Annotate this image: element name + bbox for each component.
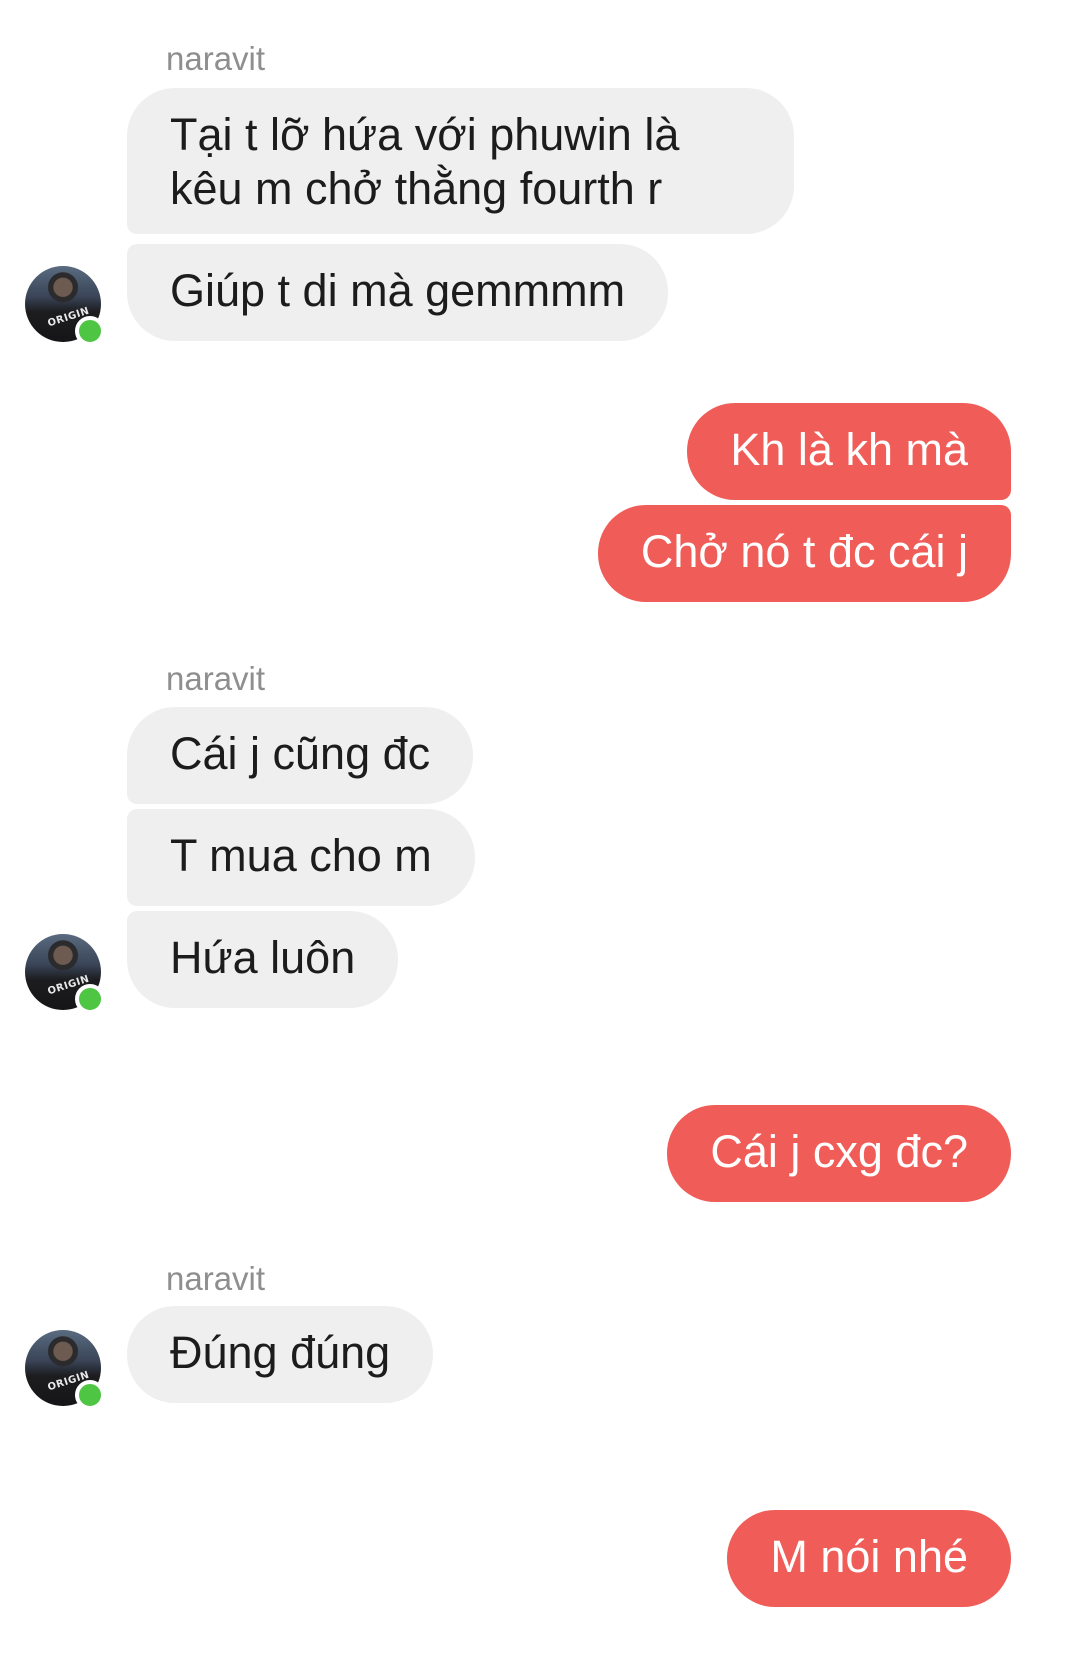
sender-name: naravit: [166, 660, 266, 697]
outgoing-message[interactable]: Chở nó t đc cái j: [597, 505, 1011, 602]
sender-name: naravit: [166, 1260, 266, 1297]
avatar[interactable]: ORIGIN: [25, 266, 105, 346]
avatar[interactable]: ORIGIN: [25, 1330, 105, 1410]
incoming-message[interactable]: Đúng đúng: [127, 1306, 434, 1403]
outgoing-message[interactable]: M nói nhé: [727, 1510, 1011, 1607]
incoming-message[interactable]: Tại t lỡ hứa với phuwin là kêu m chở thằ…: [127, 88, 794, 234]
sender-name: naravit: [166, 40, 266, 77]
online-status-icon: [75, 984, 105, 1014]
outgoing-message[interactable]: Cái j cxg đc?: [667, 1105, 1011, 1202]
incoming-message[interactable]: Cái j cũng đc: [127, 707, 474, 804]
outgoing-message[interactable]: Kh là kh mà: [687, 403, 1011, 500]
incoming-message[interactable]: Hứa luôn: [127, 911, 399, 1008]
online-status-icon: [75, 1380, 105, 1410]
incoming-message[interactable]: T mua cho m: [127, 809, 475, 906]
online-status-icon: [75, 316, 105, 346]
avatar[interactable]: ORIGIN: [25, 934, 105, 1014]
incoming-message[interactable]: Giúp t di mà gemmmm: [127, 244, 669, 341]
